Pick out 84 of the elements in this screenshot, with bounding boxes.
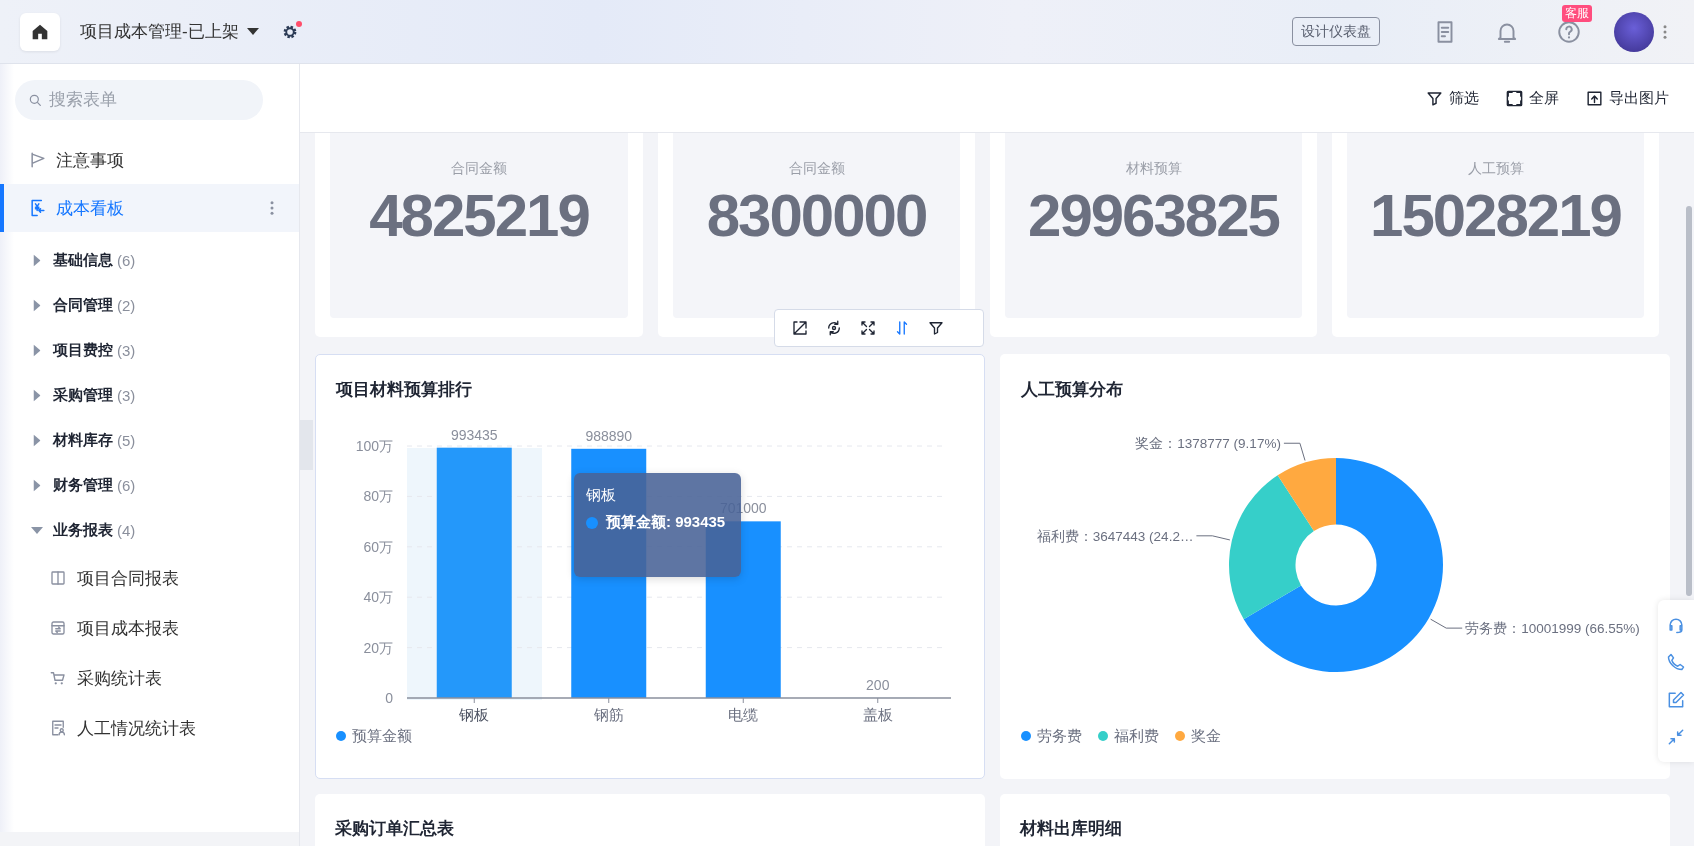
resize-icon[interactable] — [791, 319, 809, 337]
caret-icon — [33, 434, 41, 447]
slice-label: 奖金：1378777 (9.17%) — [1135, 436, 1281, 452]
axis-label: 20万 — [363, 639, 393, 656]
slice-label: 福利费：3647443 (24.2… — [1036, 528, 1194, 544]
legend-item[interactable]: 奖金 — [1175, 726, 1221, 746]
toolbar-button[interactable]: 导出图片 — [1585, 88, 1669, 108]
caret-icon — [33, 344, 41, 357]
edit-icon[interactable] — [1666, 689, 1686, 710]
toolbar-button[interactable]: 筛选 — [1425, 88, 1479, 108]
panel-icon — [49, 569, 67, 587]
axis-label: 电缆 — [728, 706, 759, 723]
axis-label: 60万 — [363, 538, 393, 555]
app-title-dropdown[interactable]: 项目成本管理-已上架 — [80, 20, 259, 43]
scrollbar[interactable] — [1686, 206, 1692, 596]
sidebar-item[interactable]: 成本看板 — [0, 184, 299, 232]
slice-label: 劳务费：10001999 (66.55%) — [1465, 621, 1640, 637]
caret-icon — [246, 28, 259, 35]
axis-label: 100万 — [355, 438, 393, 454]
legend-item[interactable]: 预算金额 — [336, 726, 412, 746]
sidebar-group[interactable]: 合同管理 (2) — [0, 283, 299, 328]
axis-label: 80万 — [363, 488, 393, 505]
home-button[interactable] — [20, 12, 60, 51]
filter-icon[interactable] — [927, 319, 945, 337]
service-badge: 客服 — [1562, 4, 1592, 22]
legend-item[interactable]: 福利费 — [1098, 726, 1159, 746]
axis-label: 钢板 — [459, 706, 490, 723]
kpi-value: 8300000 — [706, 183, 927, 249]
chart-title: 采购订单汇总表 — [335, 818, 455, 840]
kpi-value: 4825219 — [369, 183, 589, 249]
avatar[interactable] — [1614, 11, 1654, 52]
report-icon — [28, 198, 48, 218]
data-label: 200 — [866, 676, 890, 693]
kpi-label: 材料预算 — [1125, 159, 1182, 178]
design-dashboard-button[interactable]: 设计仪表盘 — [1292, 17, 1380, 46]
search-field[interactable]: 搜索表单 — [15, 80, 263, 120]
caret-icon — [31, 527, 43, 534]
toolbar-button[interactable]: 全屏 — [1505, 88, 1559, 108]
sidebar-item[interactable]: 注意事项 — [0, 136, 299, 184]
kpi-label: 人工预算 — [1467, 159, 1524, 178]
caret-icon — [33, 479, 41, 492]
rotate-icon[interactable] — [825, 319, 843, 337]
tooltip-title: 钢板 — [586, 485, 617, 505]
form-icon — [49, 719, 67, 737]
sidebar-group[interactable]: 基础信息 (6) — [0, 238, 299, 283]
export-icon — [1585, 88, 1604, 108]
receipt-icon — [49, 619, 67, 637]
axis-label: 40万 — [363, 589, 393, 606]
kpi-label: 合同金额 — [451, 159, 507, 178]
collapse-handle[interactable] — [300, 420, 313, 470]
kpi-label: 合同金额 — [788, 159, 845, 178]
fullscreen-icon — [1505, 88, 1524, 108]
sidebar-group[interactable]: 财务管理 (6) — [0, 463, 299, 508]
legend-item[interactable]: 劳务费 — [1021, 726, 1082, 746]
sidebar-group[interactable]: 业务报表 (4) — [0, 508, 299, 553]
chart-title: 项目材料预算排行 — [336, 379, 473, 401]
leader-line — [1283, 442, 1306, 461]
sidebar-item[interactable]: 项目合同报表 — [0, 553, 299, 603]
sidebar-group[interactable]: 材料库存 (5) — [0, 418, 299, 463]
leader-line — [1195, 535, 1231, 541]
notification-dot — [295, 20, 302, 27]
expand-icon[interactable] — [859, 319, 877, 337]
chart-title: 材料出库明细 — [1020, 818, 1123, 840]
sidebar-item[interactable]: 采购统计表 — [0, 653, 299, 703]
sidebar-group[interactable]: 采购管理 (3) — [0, 373, 299, 418]
kpi-value: 29963825 — [1028, 183, 1279, 249]
caret-icon — [33, 299, 41, 312]
axis-label: 钢筋 — [593, 706, 624, 723]
flag-icon — [28, 150, 48, 170]
sidebar-item[interactable]: 项目成本报表 — [0, 603, 299, 653]
cart-icon — [49, 669, 67, 687]
kpi-value: 15028219 — [1370, 183, 1621, 249]
caret-icon — [33, 254, 41, 267]
sidebar-group[interactable]: 项目费控 (3) — [0, 328, 299, 373]
data-label: 993435 — [450, 426, 498, 443]
phone-icon[interactable] — [1666, 652, 1686, 673]
caret-icon — [33, 389, 41, 402]
tooltip-value: 预算金额: 993435 — [606, 513, 726, 532]
axis-label: 0 — [385, 690, 393, 706]
chart-title: 人工预算分布 — [1021, 379, 1124, 401]
leader-line — [1430, 618, 1463, 629]
sidebar-item[interactable]: 人工情况统计表 — [0, 703, 299, 753]
axis-label: 盖板 — [862, 706, 893, 723]
data-label: 988890 — [585, 427, 633, 444]
